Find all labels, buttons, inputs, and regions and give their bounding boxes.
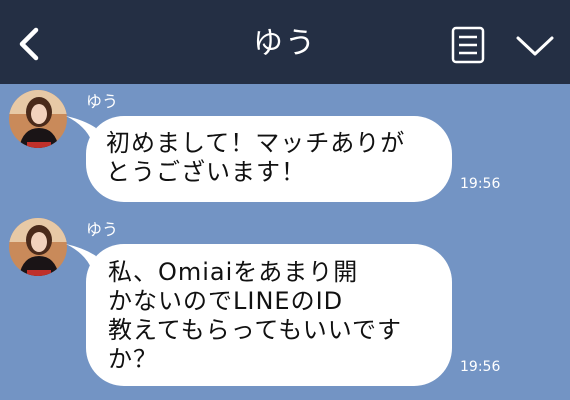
message-item: ゆう 私、Omiaiをあまり開 かないのでLINEのID 教えてもらってもいいで… (0, 218, 570, 393)
avatar-image (9, 90, 67, 148)
message-text-line: 初めまして！マッチありが (106, 129, 406, 157)
message-timestamp: 19:56 (460, 359, 501, 375)
dropdown-button[interactable] (514, 30, 556, 60)
chat-header: ゆう (0, 0, 570, 84)
chevron-down-icon (516, 36, 554, 56)
sender-name: ゆう (86, 220, 119, 239)
message-bubble[interactable]: 私、Omiaiをあまり開 かないのでLINEのID 教えてもらってもいいです か… (86, 244, 452, 386)
message-item: ゆう 初めまして！マッチありが とうございます！ 19:56 (0, 90, 570, 205)
message-text-line: 私、Omiaiをあまり開 (108, 258, 359, 286)
message-bubble[interactable]: 初めまして！マッチありが とうございます！ (86, 116, 452, 202)
avatar-image (9, 218, 67, 276)
avatar[interactable] (9, 218, 67, 276)
menu-button[interactable] (449, 26, 487, 64)
message-text-line: 教えてもらってもいいです (108, 316, 402, 344)
message-timestamp: 19:56 (460, 176, 501, 192)
sender-name: ゆう (86, 92, 119, 111)
message-text-line: とうございます！ (106, 158, 306, 186)
message-text-line: かないのでLINEのID (108, 287, 344, 315)
message-text-line: か？ (108, 345, 158, 373)
note-list-icon (451, 26, 485, 64)
avatar[interactable] (9, 90, 67, 148)
